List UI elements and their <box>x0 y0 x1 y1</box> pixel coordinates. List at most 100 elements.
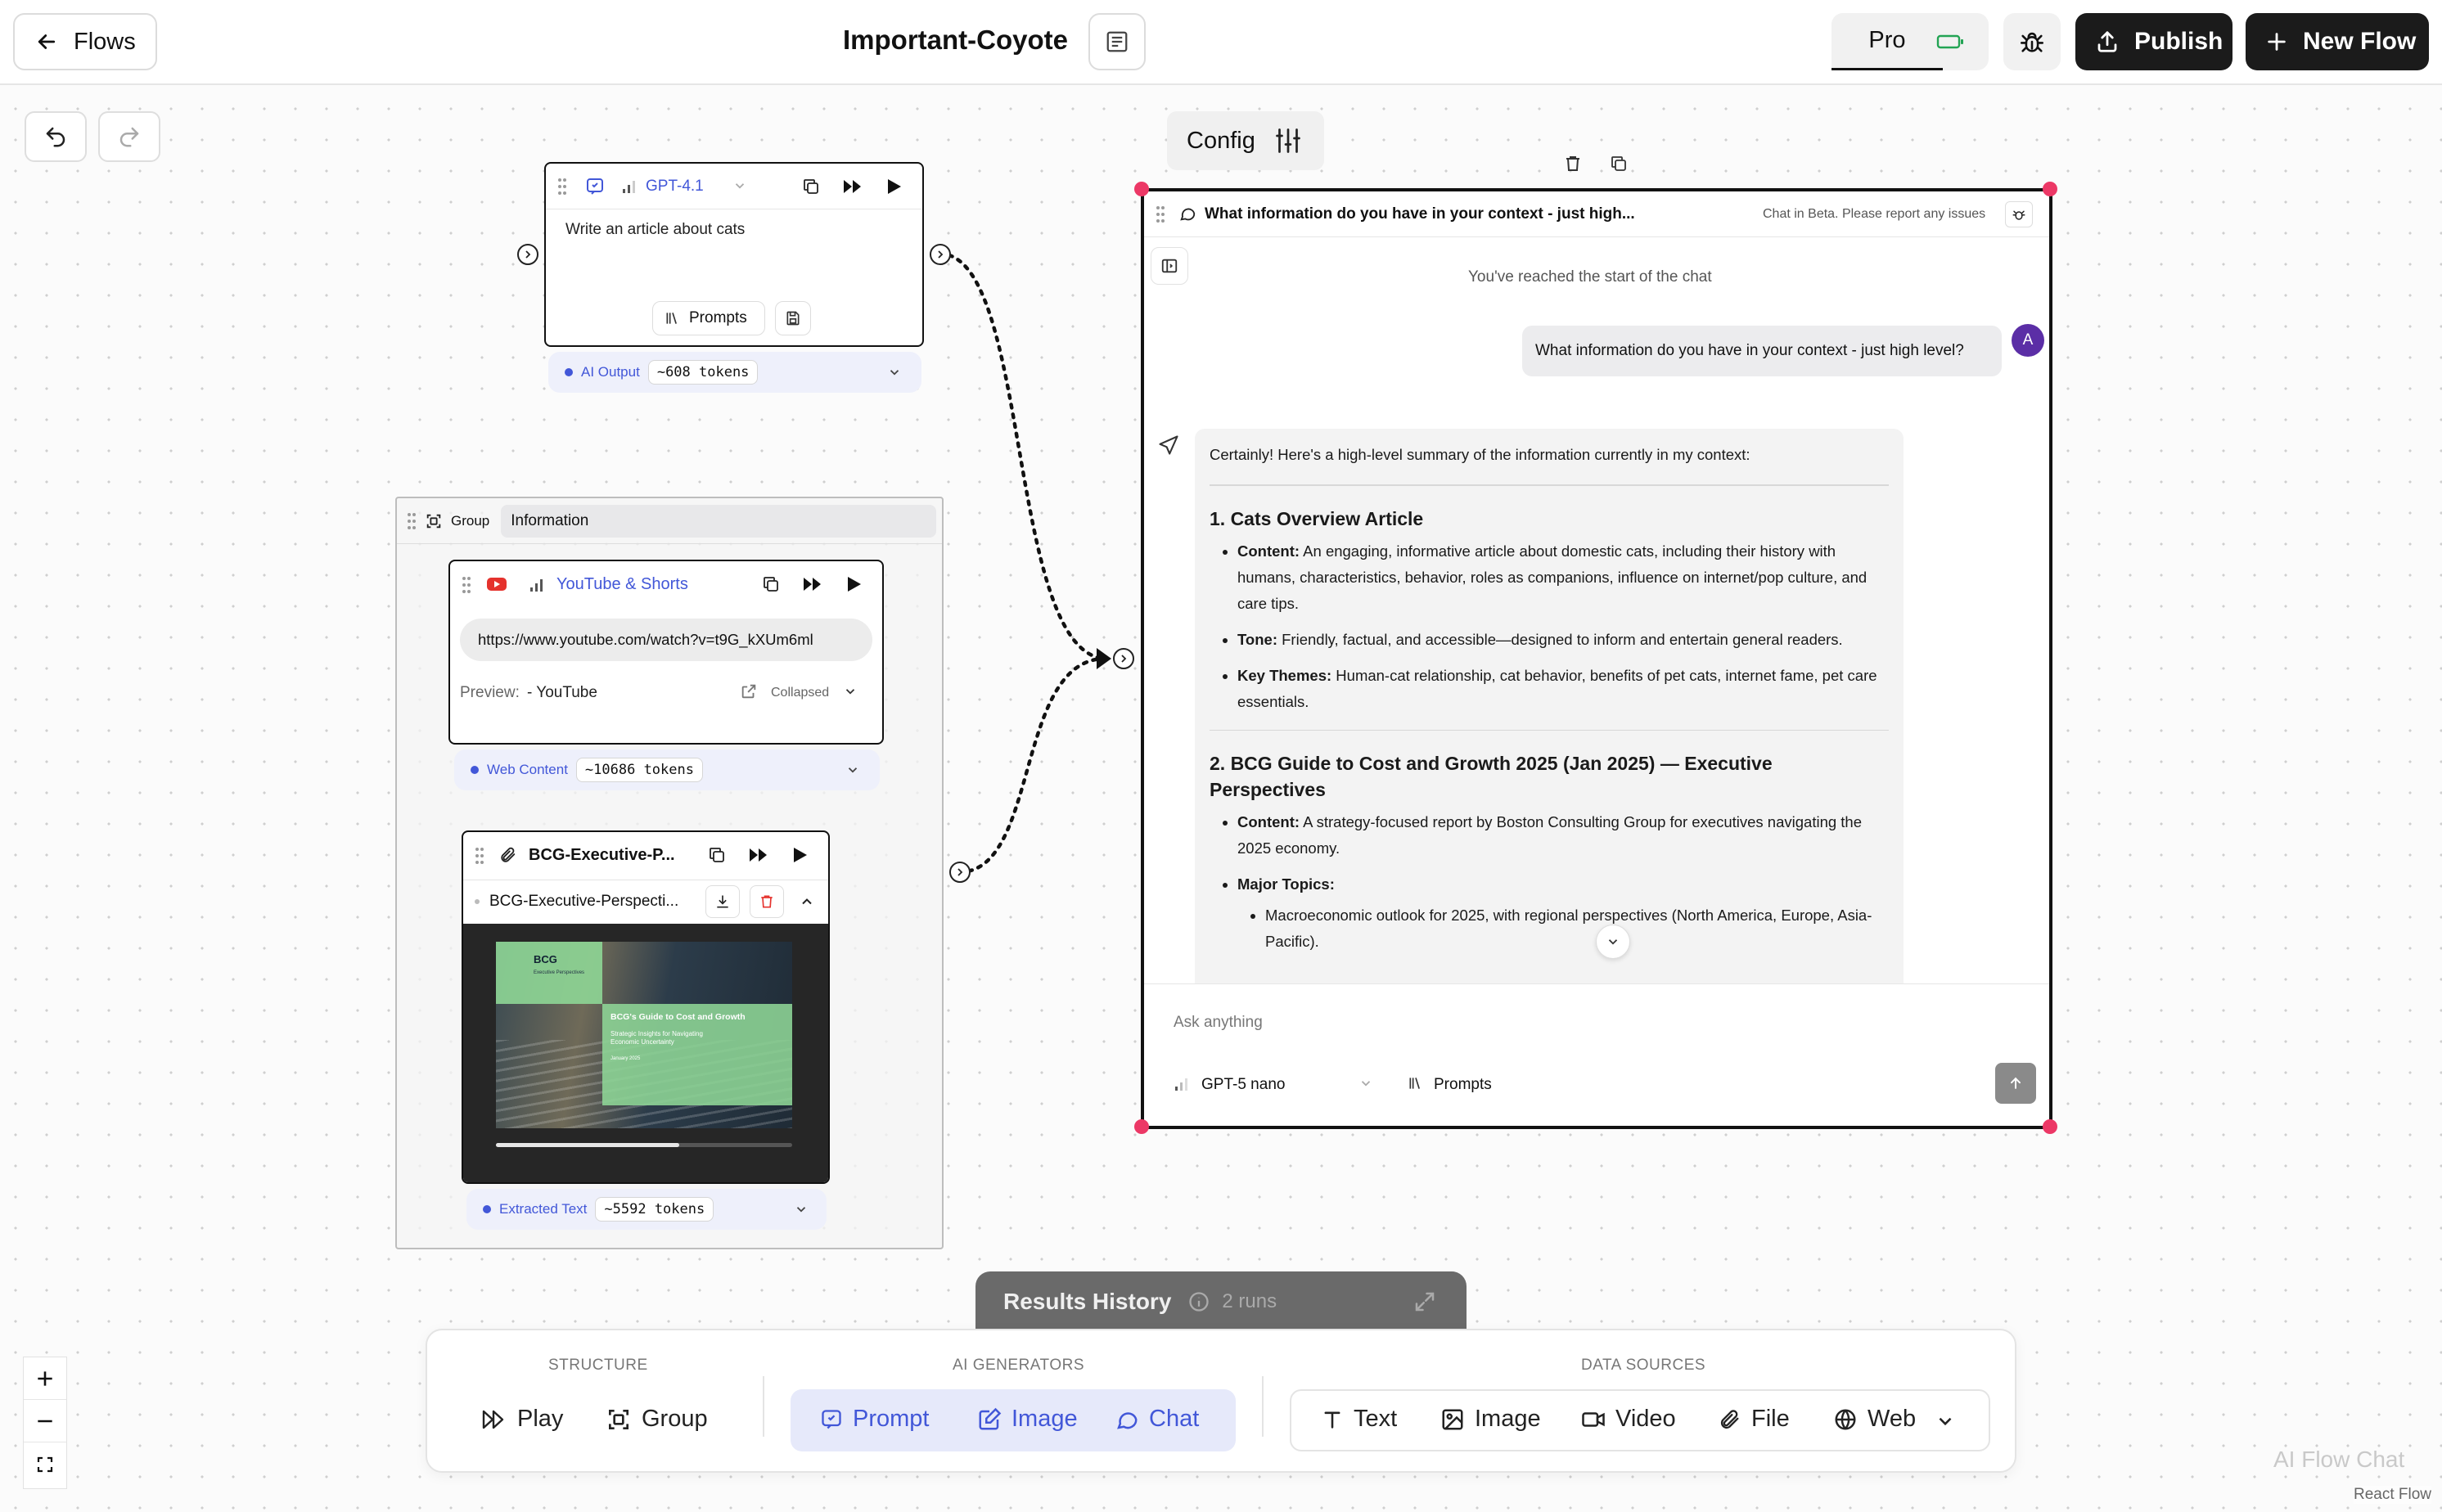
list-item: Content: An engaging, informative articl… <box>1237 538 1889 617</box>
preview-scrollbar-thumb[interactable] <box>496 1143 680 1147</box>
run-downstream-icon[interactable] <box>748 846 769 864</box>
prompt-icon <box>822 1409 841 1429</box>
chat-input[interactable]: Ask anything <box>1174 1014 2008 1032</box>
delete-button[interactable] <box>750 884 784 918</box>
chevron-down-icon[interactable] <box>843 684 858 699</box>
download-button[interactable] <box>705 884 740 918</box>
preview-scrollbar[interactable] <box>496 1143 792 1147</box>
youtube-node[interactable]: YouTube & Shorts https://www.youtube.com… <box>448 560 884 745</box>
text-source-button[interactable]: Text <box>1321 1406 1397 1433</box>
web-content-bar[interactable]: Web Content ~10686 tokens <box>454 749 880 790</box>
external-link-icon[interactable] <box>740 682 758 700</box>
copy-icon[interactable] <box>707 845 727 865</box>
chevron-down-icon[interactable] <box>794 1202 809 1217</box>
expand-icon[interactable] <box>1412 1289 1437 1314</box>
thumb-title-panel: BCG's Guide to Cost and Growth Strategic… <box>602 1004 792 1105</box>
run-downstream-icon[interactable] <box>802 575 823 593</box>
model-select[interactable]: GPT-5 nano <box>1201 1076 1285 1094</box>
prompts-label: Prompts <box>689 309 747 326</box>
pdf-thumbnail: BCG Executive Perspectives BCG's Guide t… <box>496 942 792 1128</box>
copy-icon[interactable] <box>801 177 821 196</box>
image-generator-button[interactable]: Image <box>977 1406 1078 1433</box>
fit-view-button[interactable] <box>24 1442 66 1487</box>
collapsed-toggle[interactable]: Collapsed <box>771 686 829 700</box>
file-node[interactable]: BCG-Executive-P... BCG-Executive-Perspec… <box>462 830 830 1184</box>
send-button[interactable] <box>1995 1063 2036 1104</box>
resize-handle-top-left[interactable] <box>1134 182 1149 196</box>
thumb-sub: Strategic Insights for Navigating Econom… <box>610 1030 703 1046</box>
group-name-input[interactable]: Information <box>501 504 937 538</box>
duplicate-node-icon[interactable] <box>1609 154 1629 173</box>
group-tag: Group <box>451 512 490 529</box>
drag-handle-icon[interactable] <box>1156 205 1165 223</box>
more-sources-chevron-icon[interactable] <box>1935 1411 1956 1432</box>
prompt-text[interactable]: Write an article about cats <box>565 221 745 239</box>
chat-in-handle[interactable] <box>1113 648 1134 669</box>
prompts-button[interactable]: Prompts <box>1434 1076 1492 1094</box>
play-icon[interactable] <box>791 846 809 864</box>
model-select[interactable]: GPT-4.1 <box>646 178 704 196</box>
chevron-down-icon[interactable] <box>887 365 902 380</box>
image-source-button[interactable]: Image <box>1440 1406 1541 1433</box>
chevron-down-icon[interactable] <box>1358 1076 1373 1091</box>
resize-handle-bottom-left[interactable] <box>1134 1119 1149 1134</box>
status-dot <box>565 368 573 376</box>
file-source-button[interactable]: File <box>1719 1406 1790 1433</box>
chat-button[interactable]: Chat <box>1115 1406 1199 1433</box>
ai-output-bar[interactable]: AI Output ~608 tokens <box>548 352 921 393</box>
download-icon <box>717 895 728 907</box>
runs-count: 2 runs <box>1222 1290 1277 1312</box>
scroll-down-button[interactable] <box>1596 925 1630 959</box>
play-button[interactable]: Play <box>481 1406 563 1433</box>
resize-handle-top-right[interactable] <box>2043 182 2057 196</box>
play-icon[interactable] <box>885 178 903 196</box>
user-message: What information do you have in your con… <box>1522 326 2002 376</box>
results-history-tab[interactable]: Results History 2 runs <box>975 1271 1467 1332</box>
group-button[interactable]: Group <box>606 1406 708 1433</box>
drag-handle-icon[interactable] <box>557 178 567 196</box>
run-downstream-icon[interactable] <box>842 178 863 196</box>
url-input[interactable]: https://www.youtube.com/watch?v=t9G_kXUm… <box>460 619 872 661</box>
report-issue-button[interactable] <box>2005 201 2033 227</box>
save-button[interactable] <box>775 301 811 335</box>
zoom-controls <box>23 1357 67 1489</box>
prompt-node[interactable]: GPT-4.1 Write an article about cats Prom… <box>544 162 924 347</box>
drag-handle-icon[interactable] <box>462 576 471 594</box>
avatar[interactable]: A <box>2012 324 2044 357</box>
zoom-in-button[interactable] <box>24 1357 66 1400</box>
sidebar-toggle-button[interactable] <box>1151 247 1188 285</box>
chevron-down-icon[interactable] <box>732 178 747 193</box>
config-label: Config <box>1187 127 1255 154</box>
prompt-node-in-handle[interactable] <box>517 244 538 265</box>
web-source-button[interactable]: Web <box>1833 1406 1916 1433</box>
chat-title: What information do you have in your con… <box>1205 205 1635 223</box>
token-count: ~5592 tokens <box>595 1197 714 1222</box>
react-flow-attribution[interactable]: React Flow <box>2354 1486 2432 1504</box>
divider <box>1210 729 1889 731</box>
structure-label: STRUCTURE <box>548 1357 648 1374</box>
prompts-button[interactable]: Prompts <box>652 301 765 335</box>
prompt-button[interactable]: Prompt <box>820 1406 929 1433</box>
status-dot <box>471 766 479 774</box>
zoom-out-button[interactable] <box>24 1400 66 1442</box>
chevron-up-icon[interactable] <box>799 893 815 910</box>
drag-handle-icon[interactable] <box>407 512 417 530</box>
file-row[interactable]: BCG-Executive-Perspecti... <box>463 880 828 922</box>
prompt-type-icon <box>585 177 605 196</box>
chevron-down-icon[interactable] <box>845 763 860 777</box>
video-source-button[interactable]: Video <box>1581 1406 1676 1433</box>
video-icon <box>1582 1411 1605 1427</box>
play-icon[interactable] <box>845 575 863 593</box>
delete-node-icon[interactable] <box>1563 154 1583 173</box>
config-button[interactable]: Config <box>1167 111 1324 170</box>
divider <box>1210 484 1889 486</box>
output-label: AI Output <box>581 364 640 380</box>
resize-handle-bottom-right[interactable] <box>2043 1119 2057 1134</box>
prompt-node-out-handle[interactable] <box>930 244 951 265</box>
drag-handle-icon[interactable] <box>475 847 484 865</box>
copy-icon[interactable] <box>761 574 781 594</box>
group-out-handle[interactable] <box>949 862 971 883</box>
extracted-text-bar[interactable]: Extracted Text ~5592 tokens <box>466 1189 827 1230</box>
library-icon[interactable] <box>1408 1075 1424 1091</box>
chat-node[interactable]: What information do you have in your con… <box>1141 188 2052 1129</box>
